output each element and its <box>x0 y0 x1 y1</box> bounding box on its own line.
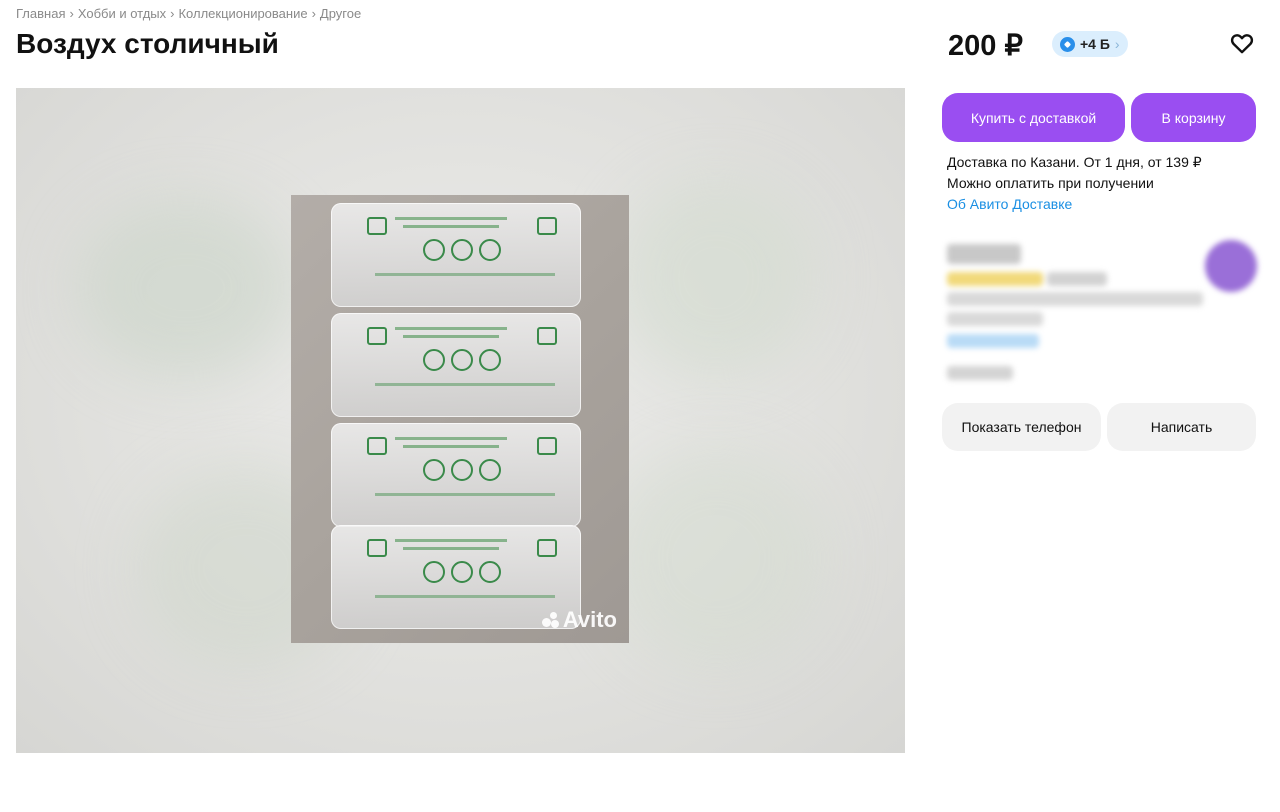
blur-backdrop <box>76 198 296 378</box>
add-to-cart-button[interactable]: В корзину <box>1131 93 1256 142</box>
breadcrumb-item-other[interactable]: Другое <box>320 6 361 21</box>
price: 200 ₽ <box>948 30 1023 62</box>
breadcrumb-separator: › <box>311 6 316 21</box>
product-photo[interactable]: Avito <box>291 195 629 643</box>
breadcrumb-separator: › <box>69 6 74 21</box>
seller-name <box>947 244 1021 264</box>
bonus-badge[interactable]: +4 Б › <box>1052 31 1128 57</box>
bonus-label: +4 Б <box>1080 36 1110 52</box>
seller-meta <box>947 366 1013 380</box>
blur-backdrop <box>616 178 816 378</box>
breadcrumb-separator: › <box>170 6 175 21</box>
delivery-info: Доставка по Казани. От 1 дня, от 139 ₽ М… <box>947 152 1202 215</box>
image-gallery[interactable]: Avito <box>16 88 905 753</box>
favorite-button[interactable] <box>1229 30 1255 56</box>
chevron-right-icon: › <box>1114 36 1120 52</box>
avatar[interactable] <box>1205 240 1257 292</box>
air-cushion <box>331 423 581 527</box>
avito-delivery-link[interactable]: Об Авито Доставке <box>947 194 1202 215</box>
seller-meta <box>947 292 1203 306</box>
delivery-terms: Доставка по Казани. От 1 дня, от 139 ₽ <box>947 154 1202 170</box>
write-message-button[interactable]: Написать <box>1107 403 1256 451</box>
air-cushion <box>331 313 581 417</box>
heart-icon <box>1230 34 1254 54</box>
bonus-coin-icon <box>1060 36 1075 52</box>
air-cushion <box>331 203 581 307</box>
seller-meta <box>947 312 1043 326</box>
seller-reviews <box>1047 272 1107 286</box>
payment-on-receipt: Можно оплатить при получении <box>947 175 1154 191</box>
watermark-text: Avito <box>562 607 617 632</box>
blur-backdrop <box>606 448 826 668</box>
breadcrumb-item-home[interactable]: Главная <box>16 6 65 21</box>
seller-rating <box>947 272 1043 286</box>
show-phone-button[interactable]: Показать телефон <box>942 403 1101 451</box>
breadcrumb: Главная › Хобби и отдых › Коллекционирование… <box>16 6 361 21</box>
breadcrumb-item-collecting[interactable]: Коллекционирование <box>178 6 307 21</box>
buy-with-delivery-button[interactable]: Купить с доставкой <box>942 93 1125 142</box>
page-title: Воздух столичный <box>16 28 279 59</box>
seller-badge <box>947 334 1039 348</box>
avito-watermark: Avito <box>541 607 617 633</box>
breadcrumb-item-hobby[interactable]: Хобби и отдых <box>78 6 166 21</box>
seller-card[interactable] <box>943 236 1263 386</box>
avito-logo-icon <box>541 612 560 628</box>
